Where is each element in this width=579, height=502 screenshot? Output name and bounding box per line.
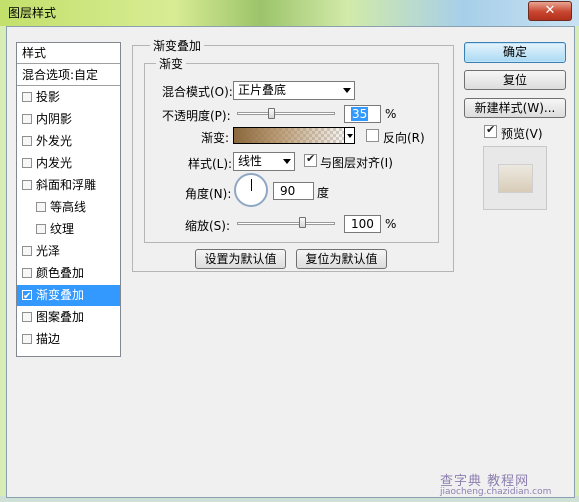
angle-value: 90 xyxy=(280,184,296,198)
preview-swatch xyxy=(498,164,533,193)
opacity-value: 35 xyxy=(351,107,369,121)
gradient-dropdown-arrow[interactable] xyxy=(344,127,355,144)
scale-unit: % xyxy=(385,217,397,231)
opacity-unit: % xyxy=(385,107,397,121)
style-item-texture[interactable]: 纹理 xyxy=(17,219,120,240)
scale-value: 100 xyxy=(351,217,374,231)
preview-checkbox[interactable] xyxy=(484,123,497,138)
angle-dial[interactable] xyxy=(234,173,268,207)
style-item-outer-glow[interactable]: 外发光 xyxy=(17,131,120,152)
scale-input[interactable]: 100 xyxy=(344,215,381,233)
style-item-label: 内发光 xyxy=(36,156,73,170)
preview-label: 预览(V) xyxy=(501,127,543,141)
style-list: 样式 混合选项:自定 投影 内阴影 外发光 内发光 斜面和浮雕 等高线 纹理 光… xyxy=(16,42,121,357)
stroke-checkbox[interactable] xyxy=(22,334,32,344)
style-item-bevel-emboss[interactable]: 斜面和浮雕 xyxy=(17,175,120,196)
set-default-button[interactable]: 设置为默认值 xyxy=(195,249,286,269)
drop-shadow-checkbox[interactable] xyxy=(22,92,32,102)
opacity-input[interactable]: 35 xyxy=(344,105,381,123)
align-with-layer-checkbox[interactable] xyxy=(304,152,317,167)
window-title: 图层样式 xyxy=(8,6,57,20)
gradient-style-value: 线性 xyxy=(238,154,263,168)
bevel-emboss-checkbox[interactable] xyxy=(22,180,32,190)
opacity-label: 不透明度(P): xyxy=(162,109,231,123)
style-list-header[interactable]: 样式 xyxy=(17,43,120,64)
blend-options-item[interactable]: 混合选项:自定 xyxy=(17,65,120,86)
style-item-gradient-overlay[interactable]: 渐变叠加 xyxy=(17,285,120,307)
scale-slider-track[interactable] xyxy=(237,222,335,225)
close-button[interactable]: ✕ xyxy=(528,1,572,21)
contour-checkbox[interactable] xyxy=(36,202,46,212)
chevron-down-icon xyxy=(283,159,291,164)
style-item-drop-shadow[interactable]: 投影 xyxy=(17,87,120,108)
style-item-label: 渐变叠加 xyxy=(36,288,85,302)
reverse-label: 反向(R) xyxy=(383,131,425,145)
style-item-label: 纹理 xyxy=(50,222,75,236)
gradient-label: 渐变: xyxy=(201,131,230,145)
gradient-overlay-title: 渐变叠加 xyxy=(150,37,205,54)
pattern-overlay-checkbox[interactable] xyxy=(22,312,32,322)
style-item-label: 图案叠加 xyxy=(36,310,85,324)
new-style-button[interactable]: 新建样式(W)... xyxy=(464,98,566,118)
ok-button[interactable]: 确定 xyxy=(464,42,566,63)
inner-glow-checkbox[interactable] xyxy=(22,158,32,168)
style-preview xyxy=(483,146,547,210)
style-item-label: 外发光 xyxy=(36,134,73,148)
style-item-stroke[interactable]: 描边 xyxy=(17,329,120,350)
style-item-inner-shadow[interactable]: 内阴影 xyxy=(17,109,120,130)
style-item-label: 投影 xyxy=(36,90,61,104)
gradient-group-title: 渐变 xyxy=(156,55,187,72)
chevron-down-icon xyxy=(343,88,351,93)
scale-slider-thumb[interactable] xyxy=(299,217,307,228)
blend-mode-select[interactable]: 正片叠底 xyxy=(233,81,355,100)
style-item-pattern-overlay[interactable]: 图案叠加 xyxy=(17,307,120,328)
scale-label: 缩放(S): xyxy=(185,219,231,233)
gradient-style-select[interactable]: 线性 xyxy=(233,152,295,171)
style-item-label: 等高线 xyxy=(50,200,87,214)
blend-mode-value: 正片叠底 xyxy=(238,83,287,97)
style-item-color-overlay[interactable]: 颜色叠加 xyxy=(17,263,120,284)
style-item-contour[interactable]: 等高线 xyxy=(17,197,120,218)
color-overlay-checkbox[interactable] xyxy=(22,268,32,278)
dialog-body: 样式 混合选项:自定 投影 内阴影 外发光 内发光 斜面和浮雕 等高线 纹理 光… xyxy=(6,26,575,498)
style-item-label: 描边 xyxy=(36,332,61,346)
style-item-label: 内阴影 xyxy=(36,112,73,126)
angle-needle xyxy=(251,179,252,191)
reset-button[interactable]: 复位 xyxy=(464,70,566,90)
style-item-label: 光泽 xyxy=(36,244,61,258)
opacity-slider-track[interactable] xyxy=(237,112,335,115)
outer-glow-checkbox[interactable] xyxy=(22,136,32,146)
watermark-url: jiaocheng.chazidian.com xyxy=(440,487,552,497)
style-item-label: 颜色叠加 xyxy=(36,266,85,280)
reset-default-button[interactable]: 复位为默认值 xyxy=(296,249,387,269)
opacity-slider-thumb[interactable] xyxy=(267,108,275,119)
style-label: 样式(L): xyxy=(188,157,233,171)
title-bar: 图层样式 ✕ xyxy=(0,0,579,26)
align-with-layer-label: 与图层对齐(I) xyxy=(320,156,393,170)
style-item-inner-glow[interactable]: 内发光 xyxy=(17,153,120,174)
blend-mode-label: 混合模式(O): xyxy=(162,85,233,99)
angle-unit: 度 xyxy=(317,186,330,200)
angle-label: 角度(N): xyxy=(185,187,232,201)
style-item-label: 斜面和浮雕 xyxy=(36,178,97,192)
reverse-checkbox[interactable] xyxy=(366,129,379,142)
gradient-overlay-checkbox[interactable] xyxy=(22,286,32,307)
satin-checkbox[interactable] xyxy=(22,246,32,256)
texture-checkbox[interactable] xyxy=(36,224,46,234)
style-item-satin[interactable]: 光泽 xyxy=(17,241,120,262)
angle-input[interactable]: 90 xyxy=(273,182,314,200)
gradient-picker[interactable] xyxy=(233,127,345,144)
inner-shadow-checkbox[interactable] xyxy=(22,114,32,124)
